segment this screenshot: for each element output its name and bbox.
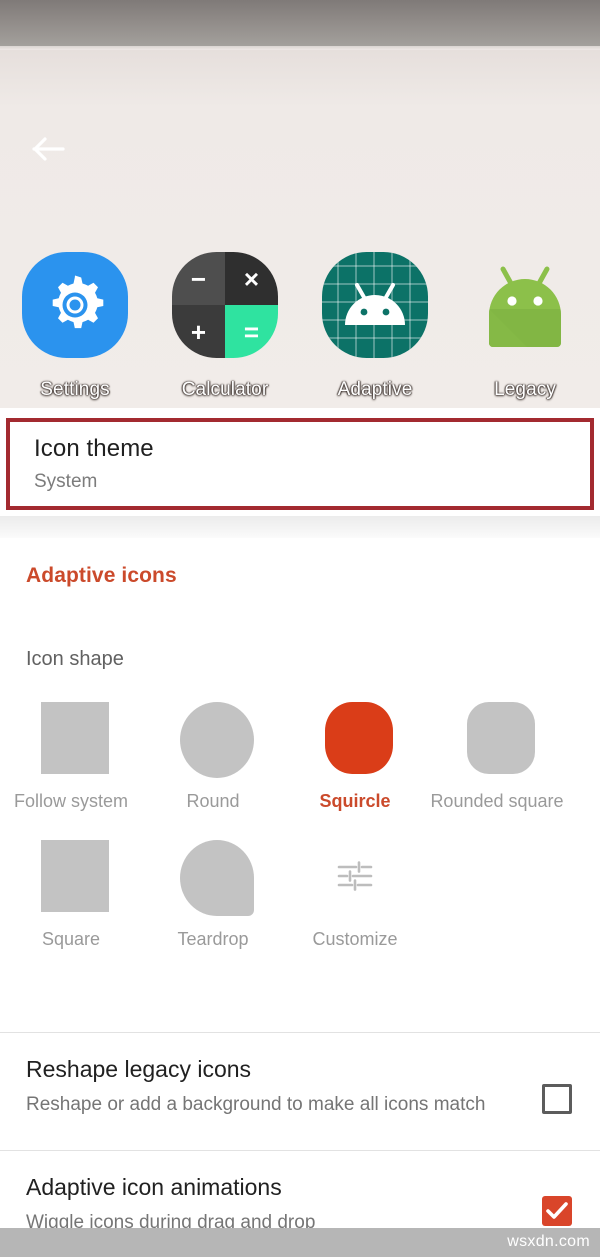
pref-reshape-legacy-icons[interactable]: Reshape legacy icons Reshape or add a ba… bbox=[0, 1032, 600, 1150]
teardrop-shape-icon bbox=[173, 836, 254, 916]
calc-equals-glyph: = bbox=[243, 316, 260, 347]
shape-option-label: Square bbox=[41, 929, 101, 949]
adaptive-icon-animations-checkbox[interactable] bbox=[542, 1196, 572, 1226]
shape-option-teardrop[interactable]: Teardrop bbox=[142, 836, 284, 950]
settings-gear-icon bbox=[15, 245, 135, 365]
calc-minus-glyph: − bbox=[190, 263, 207, 294]
shape-option-customize[interactable]: Customize bbox=[284, 836, 426, 950]
adaptive-icons-header: Adaptive icons bbox=[26, 564, 177, 587]
circle-shape-icon bbox=[173, 698, 254, 778]
icon-shape-row-1: Follow system Round Squircle Rounded squ… bbox=[0, 698, 600, 812]
preview-icon-legacy[interactable]: Legacy bbox=[450, 245, 600, 401]
legacy-android-icon bbox=[465, 245, 585, 365]
shape-option-label: Round bbox=[186, 791, 240, 811]
shape-option-label: Rounded square bbox=[430, 791, 564, 811]
shape-option-square[interactable]: Square bbox=[0, 836, 142, 950]
app-icon-preview-row: Settings − × + = Calculator Adaptive Leg… bbox=[0, 245, 600, 401]
back-button[interactable] bbox=[26, 126, 72, 172]
shape-option-label: Customize bbox=[312, 929, 398, 949]
adaptive-android-icon bbox=[315, 245, 435, 365]
reshape-legacy-icons-checkbox[interactable] bbox=[542, 1084, 572, 1114]
pref-summary: Reshape or add a background to make all … bbox=[26, 1094, 486, 1115]
shape-option-round[interactable]: Round bbox=[142, 698, 284, 812]
shape-option-label: Teardrop bbox=[177, 929, 249, 949]
app-root: Settings − × + = Calculator Adaptive Leg… bbox=[0, 0, 600, 1257]
calc-plus-glyph: + bbox=[190, 316, 207, 347]
shape-option-squircle[interactable]: Squircle bbox=[284, 698, 426, 812]
icon-theme-value: System bbox=[34, 471, 98, 492]
watermark-bar: wsxdn.com bbox=[0, 1228, 600, 1257]
status-bar bbox=[0, 0, 600, 46]
icon-preview-header: Settings − × + = Calculator Adaptive Leg… bbox=[0, 50, 600, 408]
icon-theme-row[interactable]: Icon theme System bbox=[6, 418, 594, 510]
pref-title: Adaptive icon animations bbox=[26, 1174, 282, 1200]
rounded-square-shape-icon bbox=[457, 698, 537, 778]
section-divider bbox=[0, 516, 600, 538]
icon-shape-options: Follow system Round Squircle Rounded squ… bbox=[0, 698, 600, 950]
calc-times-glyph: × bbox=[243, 263, 260, 294]
preview-icon-adaptive[interactable]: Adaptive bbox=[300, 245, 450, 401]
tune-sliders-icon bbox=[315, 836, 395, 916]
icon-theme-section: Icon theme System bbox=[0, 408, 600, 516]
icon-shape-row-2: Square Teardrop Customize bbox=[0, 836, 600, 950]
preview-icon-calculator[interactable]: − × + = Calculator bbox=[150, 245, 300, 401]
squircle-shape-icon bbox=[315, 698, 395, 778]
shape-option-label: Squircle bbox=[319, 791, 391, 811]
preview-icon-settings[interactable]: Settings bbox=[0, 245, 150, 401]
calculator-icon: − × + = bbox=[165, 245, 285, 365]
shape-option-follow-system[interactable]: Follow system bbox=[0, 698, 142, 812]
check-icon bbox=[546, 1202, 568, 1219]
icon-theme-title: Icon theme bbox=[34, 435, 154, 462]
preview-icon-label: Calculator bbox=[181, 379, 269, 400]
shape-option-rounded-square[interactable]: Rounded square bbox=[426, 698, 568, 812]
pref-title: Reshape legacy icons bbox=[26, 1056, 252, 1082]
watermark-text: wsxdn.com bbox=[507, 1233, 590, 1250]
square-shape-icon bbox=[31, 698, 111, 778]
shape-option-label: Follow system bbox=[13, 791, 129, 811]
preview-icon-label: Legacy bbox=[494, 379, 556, 400]
square-shape-icon bbox=[31, 836, 111, 916]
icon-shape-label: Icon shape bbox=[26, 648, 124, 670]
preview-icon-label: Adaptive bbox=[337, 379, 413, 400]
preview-icon-label: Settings bbox=[40, 379, 110, 400]
arrow-left-icon bbox=[32, 136, 66, 162]
adaptive-icons-section: Adaptive icons Icon shape Follow system … bbox=[0, 538, 600, 1257]
